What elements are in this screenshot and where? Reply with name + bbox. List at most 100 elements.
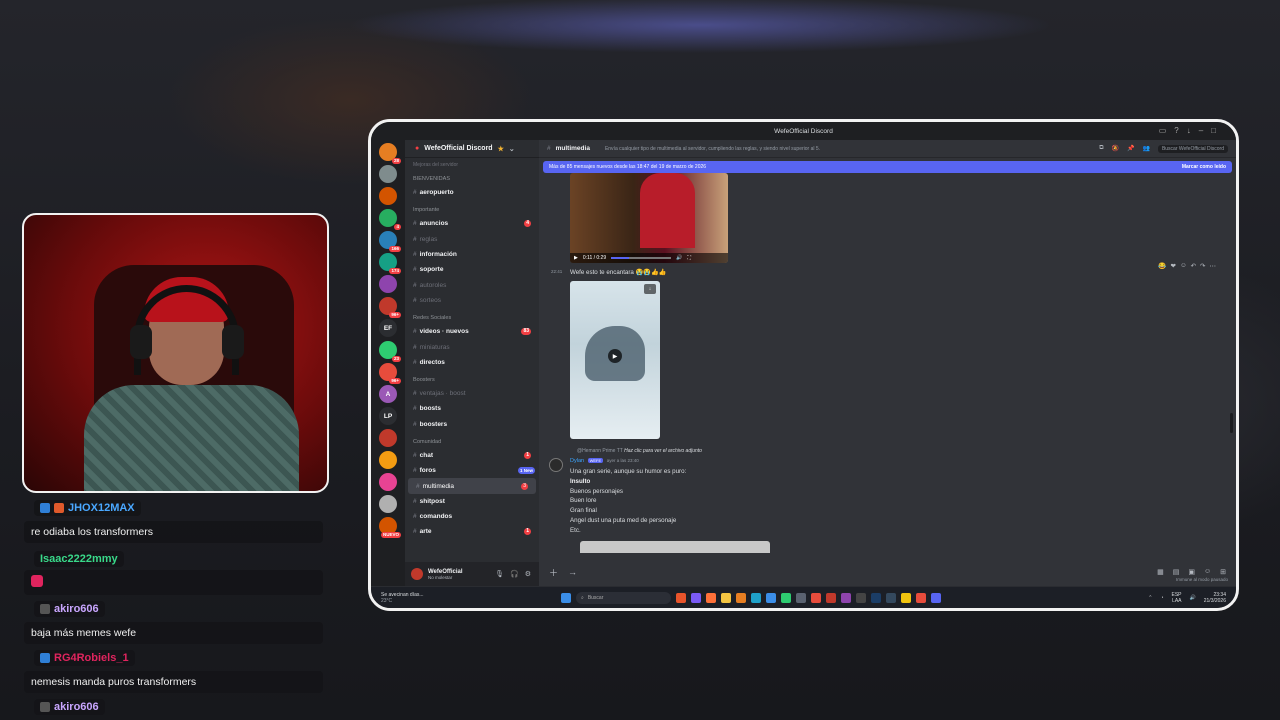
video-progress[interactable]: [611, 257, 672, 259]
app-icon[interactable]: [691, 592, 701, 603]
category-comunidad[interactable]: Comunidad: [405, 432, 539, 448]
server-icon[interactable]: 96+: [379, 297, 401, 318]
gif-icon[interactable]: ▤: [1173, 568, 1180, 576]
server-icon[interactable]: [379, 473, 397, 491]
forward-icon[interactable]: ↷: [1200, 262, 1205, 270]
user-info[interactable]: WefeOfficial No molestar: [428, 569, 463, 580]
volume-icon[interactable]: 🔊: [1190, 595, 1196, 601]
help-icon[interactable]: ?: [1174, 126, 1178, 135]
channel-autoroles[interactable]: # autoroles: [405, 277, 539, 292]
firefox-icon[interactable]: [706, 592, 716, 603]
server-icon[interactable]: [379, 429, 397, 447]
channel-videos[interactable]: # videos · nuevos 83: [405, 324, 539, 339]
members-icon[interactable]: 👥: [1142, 145, 1149, 152]
threads-icon[interactable]: ⧉: [1099, 145, 1103, 152]
pin-icon[interactable]: 📌: [1127, 145, 1134, 152]
mark-read-button[interactable]: Marcar como leído: [1182, 164, 1226, 170]
reply-icon[interactable]: ↶: [1191, 262, 1196, 270]
image-attachment[interactable]: [580, 541, 770, 553]
app-icon[interactable]: [826, 592, 836, 603]
microphone-icon[interactable]: 🎙: [495, 570, 504, 578]
search-input[interactable]: Buscar WefeOfficial Discord: [1157, 144, 1228, 153]
server-icon[interactable]: [379, 187, 397, 205]
server-icon[interactable]: 166: [379, 231, 401, 252]
volume-icon[interactable]: 🔊: [676, 255, 682, 261]
channel-chat[interactable]: # chat 1: [405, 448, 539, 463]
app-icon[interactable]: [736, 592, 746, 603]
folder-icon[interactable]: [721, 592, 731, 603]
app-icon[interactable]: [886, 592, 896, 603]
channel-boosters[interactable]: # boosters: [405, 417, 539, 432]
clock[interactable]: 23:34 21/3/2026: [1204, 592, 1226, 604]
avatar[interactable]: [549, 458, 563, 472]
channel-informacion[interactable]: # información: [405, 247, 539, 262]
server-icon[interactable]: 4: [379, 209, 401, 230]
server-header[interactable]: ● WefeOfficial Discord ★ ⌄: [405, 140, 539, 158]
chrome-icon[interactable]: [901, 592, 911, 603]
edge-icon[interactable]: [751, 592, 761, 603]
channel-aeropuerto[interactable]: # aeropuerto: [405, 185, 539, 200]
download-icon[interactable]: ↓: [644, 284, 656, 294]
server-icon[interactable]: [379, 495, 397, 513]
channel-reglas[interactable]: # reglas: [405, 232, 539, 247]
fullscreen-icon[interactable]: ⛶: [687, 255, 691, 261]
app-icon[interactable]: [811, 592, 821, 603]
apps-icon[interactable]: ⊞: [1220, 568, 1226, 576]
message-author[interactable]: Dylan: [570, 458, 584, 464]
channel-boosts[interactable]: # boosts: [405, 401, 539, 416]
reaction-icon[interactable]: 😂: [1158, 262, 1166, 270]
channel-ventajas[interactable]: # ventajas · boost: [405, 386, 539, 401]
chevron-up-icon[interactable]: ⌃: [1148, 595, 1152, 601]
download-icon[interactable]: ↓: [1187, 126, 1191, 135]
category-importante[interactable]: Importante: [405, 200, 539, 216]
gift-icon[interactable]: ▦: [1157, 568, 1164, 576]
app-icon[interactable]: [841, 592, 851, 603]
channel-arte[interactable]: # arte 1: [405, 524, 539, 539]
message-composer[interactable]: ＋ → ▦ ▤ ▣ ☺ ⊞: [543, 564, 1232, 580]
inbox-icon[interactable]: ▭: [1159, 126, 1167, 135]
channel-soporte[interactable]: # soporte: [405, 262, 539, 277]
app-icon[interactable]: [766, 592, 776, 603]
app-icon[interactable]: [916, 592, 926, 603]
category-redes[interactable]: Redes Sociales: [405, 308, 539, 324]
discord-icon[interactable]: [931, 592, 941, 603]
play-icon[interactable]: ▶: [574, 255, 578, 261]
more-icon[interactable]: ⋯: [1210, 262, 1217, 270]
channel-miniaturas[interactable]: # miniaturas: [405, 339, 539, 354]
server-icon[interactable]: [379, 165, 397, 183]
channel-sorteos[interactable]: # sorteos: [405, 293, 539, 308]
gear-icon[interactable]: ⚙: [525, 570, 531, 578]
new-messages-banner[interactable]: Más de 85 mensajes nuevos desde las 18:4…: [543, 161, 1232, 173]
brave-icon[interactable]: [676, 592, 686, 603]
headphones-icon[interactable]: 🎧: [510, 570, 519, 578]
taskbar-search[interactable]: ⌕ Buscar: [576, 591, 671, 604]
server-icon[interactable]: EF: [379, 319, 397, 337]
windows-start-icon[interactable]: [561, 592, 571, 603]
channel-shitpost[interactable]: # shitpost: [405, 494, 539, 509]
channel-foros[interactable]: # foros 1 New: [405, 463, 539, 478]
server-icon[interactable]: NUEVO: [379, 517, 401, 538]
app-icon[interactable]: [781, 592, 791, 603]
server-icon[interactable]: 28: [379, 143, 401, 164]
video-attachment[interactable]: ▶ ↓: [570, 281, 660, 439]
channel-directos[interactable]: # directos: [405, 355, 539, 370]
avatar[interactable]: [411, 568, 423, 580]
video-attachment[interactable]: ▶ 0:11 / 0:29 🔊 ⛶: [570, 173, 728, 263]
server-icon[interactable]: [379, 451, 397, 469]
server-icon[interactable]: LP: [379, 407, 397, 425]
heart-icon[interactable]: ❤: [1171, 262, 1176, 270]
emoji-icon[interactable]: ☺: [1204, 568, 1211, 576]
channel-anuncios[interactable]: # anuncios 4: [405, 216, 539, 231]
reply-reference[interactable]: @Hemann Prime TT Haz clic para ver el ar…: [577, 448, 702, 454]
wifi-icon[interactable]: ◔: [1160, 595, 1163, 601]
server-icon[interactable]: A: [379, 385, 397, 403]
minimize-button[interactable]: –: [1199, 126, 1203, 135]
app-icon[interactable]: [856, 592, 866, 603]
server-icon[interactable]: [379, 275, 397, 293]
server-icon[interactable]: 96+: [379, 363, 401, 384]
language-indicator[interactable]: ESP LAA: [1172, 592, 1182, 604]
category-boosters[interactable]: Boosters: [405, 370, 539, 386]
photoshop-icon[interactable]: [871, 592, 881, 603]
weather-widget[interactable]: Se avecinan días... 23°C: [381, 592, 461, 604]
app-icon[interactable]: [796, 592, 806, 603]
